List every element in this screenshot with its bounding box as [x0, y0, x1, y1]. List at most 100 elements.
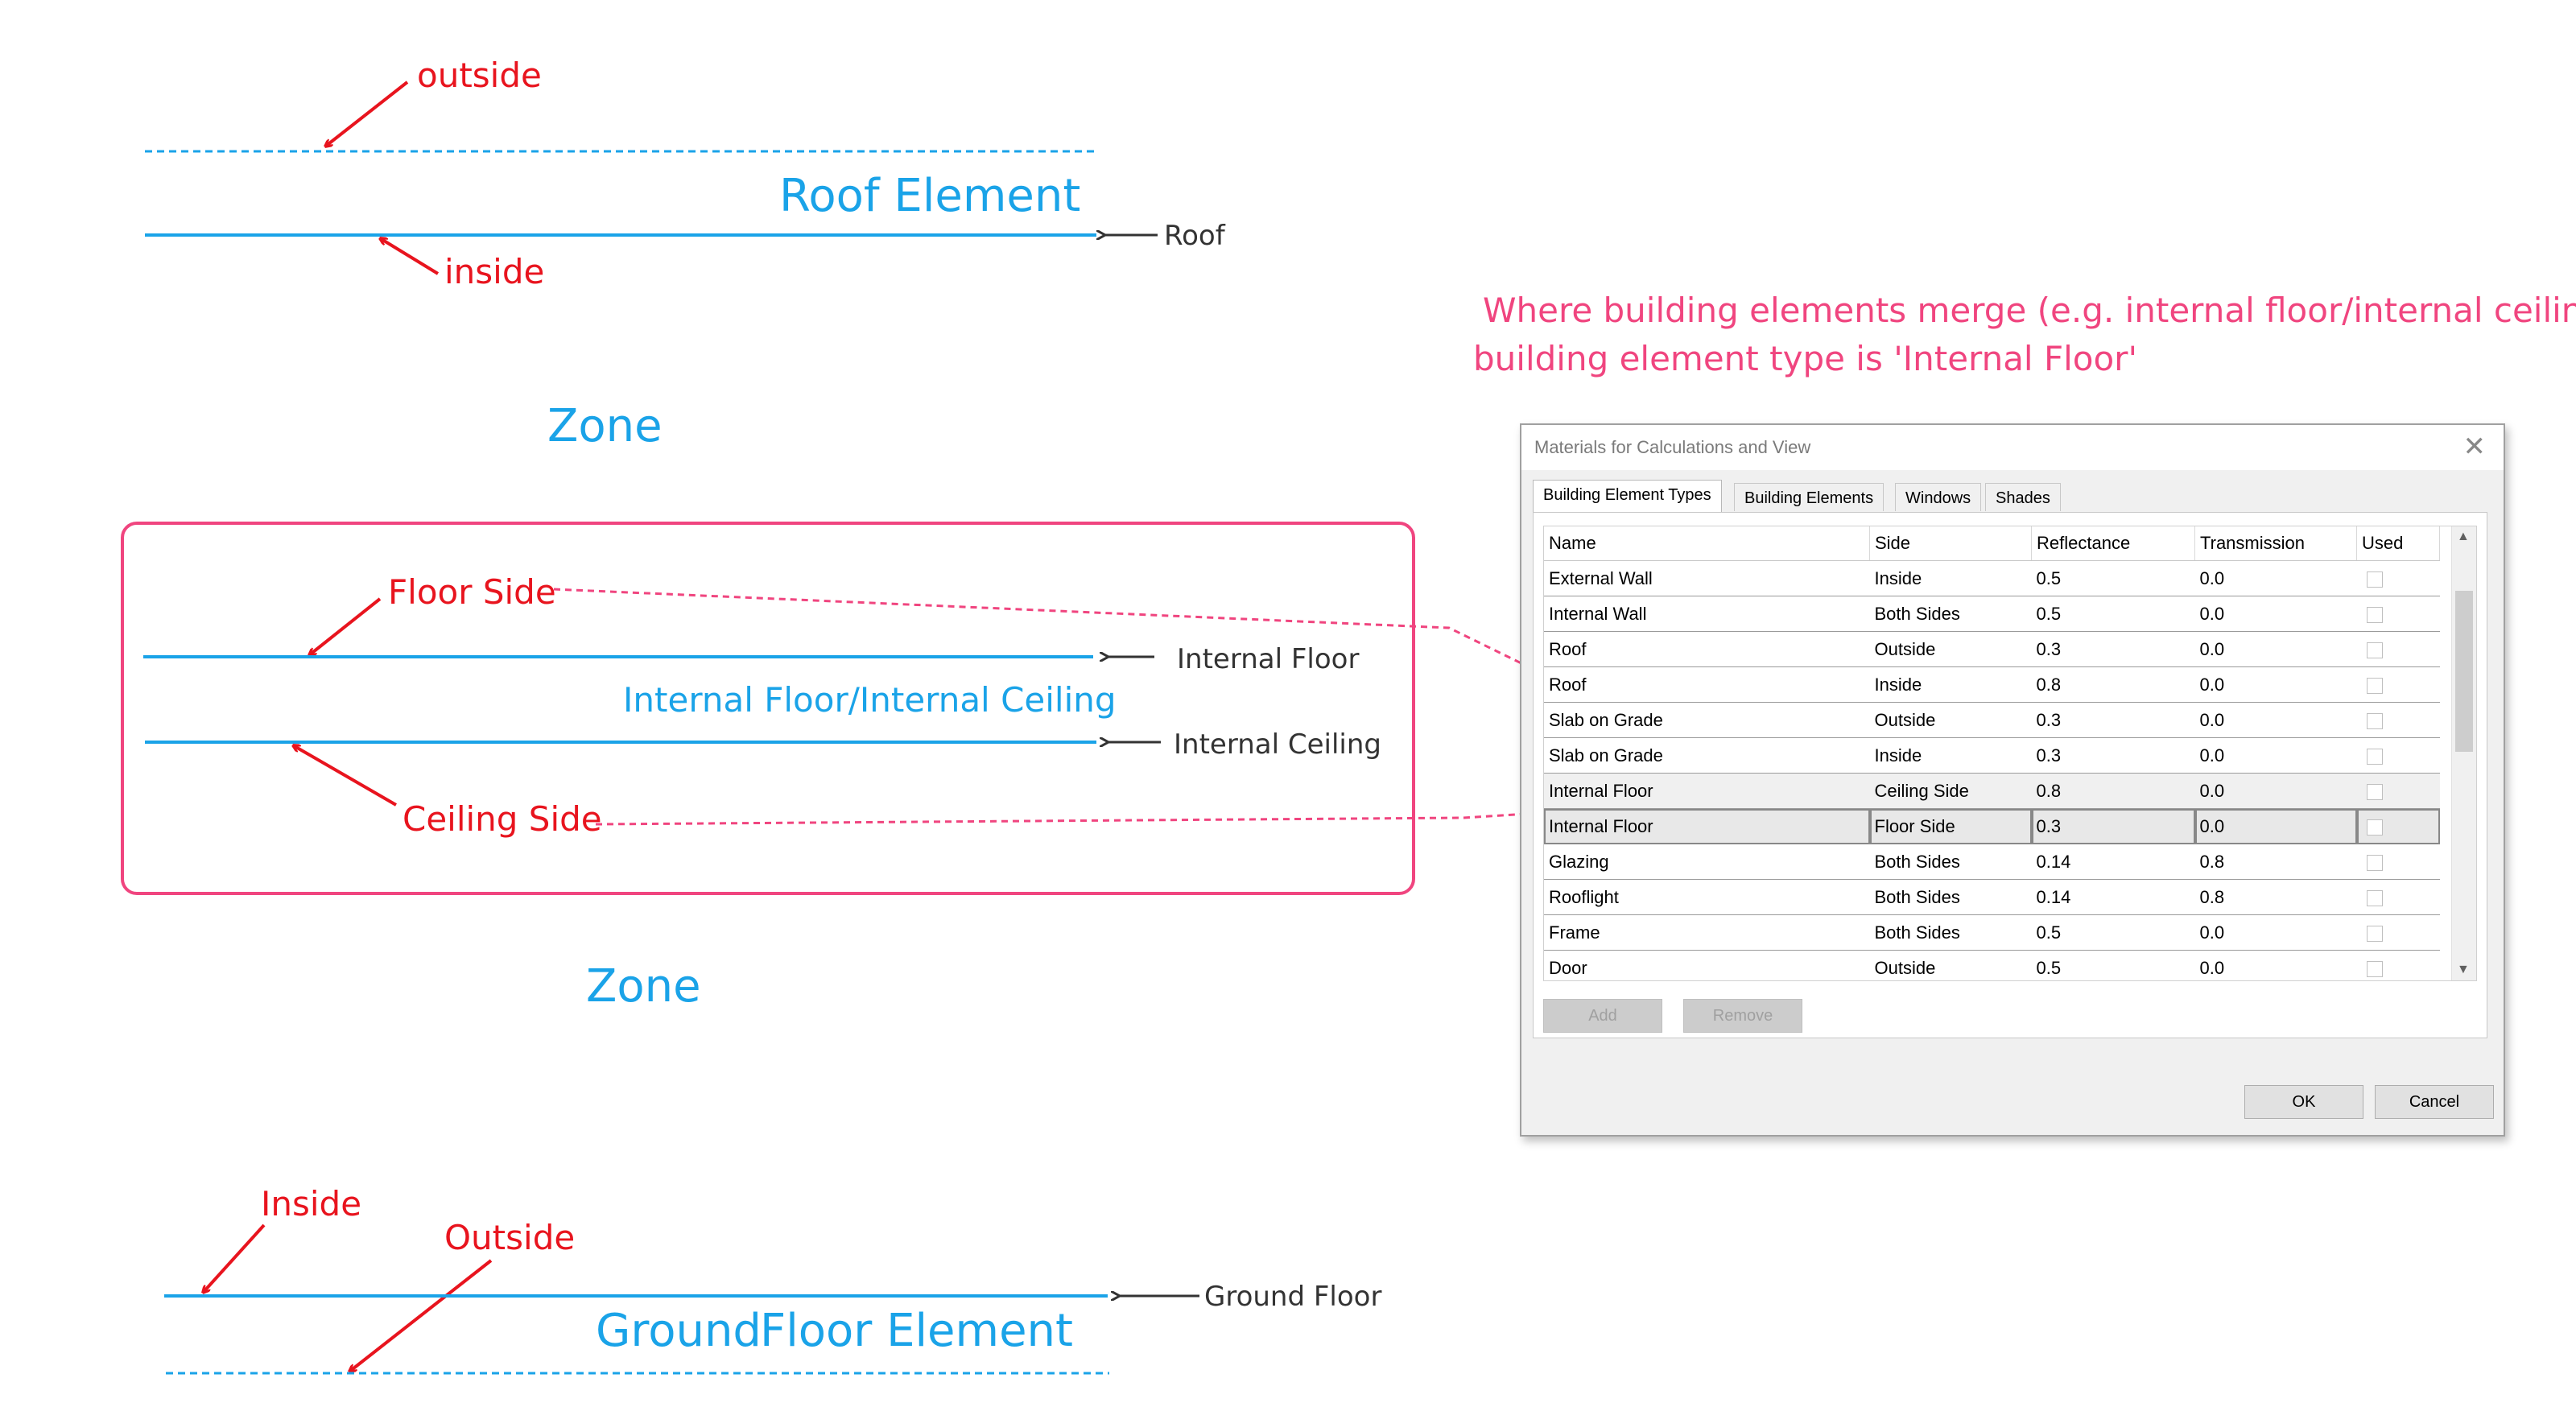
cell-name: Rooflight — [1544, 879, 1870, 915]
used-checkbox[interactable] — [2366, 748, 2383, 765]
cell-side: Outside — [1869, 631, 2032, 667]
cell-used — [2356, 773, 2440, 809]
scroll-up-icon[interactable]: ▲ — [2457, 530, 2470, 544]
column-header-used[interactable]: Used — [2356, 526, 2440, 561]
cell-side: Both Sides — [1869, 914, 2032, 951]
used-checkbox[interactable] — [2366, 819, 2383, 836]
internal-floor-ceiling-title: Internal Floor/Internal Ceiling — [623, 680, 1117, 720]
table-row[interactable]: Internal Floor Floor Side 0.3 0.0 — [1544, 808, 2440, 844]
floor-side-label: Floor Side — [388, 572, 556, 612]
cell-transmission: 0.0 — [2194, 666, 2357, 703]
add-button[interactable]: Add — [1543, 999, 1662, 1033]
inside-label-top: inside — [444, 252, 544, 291]
roof-label: Roof — [1164, 220, 1226, 252]
note-line-1: Where building elements merge (e.g. inte… — [1483, 291, 2576, 330]
cell-name: Door — [1544, 950, 1870, 980]
used-checkbox[interactable] — [2366, 571, 2383, 588]
cell-used — [2356, 808, 2440, 844]
zone-label-2: Zone — [586, 960, 701, 1013]
materials-table-body: Name Side Reflectance Transmission Used … — [1544, 526, 2440, 980]
cell-name: Internal Wall — [1544, 596, 1870, 632]
ground-floor-element-title-b: Floor Element — [760, 1305, 1073, 1357]
table-row[interactable]: Roof Outside 0.3 0.0 — [1544, 631, 2440, 667]
cell-name: Frame — [1544, 914, 1870, 951]
cell-reflectance: 0.5 — [2031, 596, 2195, 632]
column-header-name[interactable]: Name — [1544, 526, 1870, 561]
internal-ceiling-label: Internal Ceiling — [1174, 728, 1381, 761]
cell-transmission: 0.0 — [2194, 914, 2357, 951]
outside-arrow-bottom — [349, 1259, 493, 1372]
cell-reflectance: 0.8 — [2031, 666, 2195, 703]
cell-reflectance: 0.3 — [2031, 702, 2195, 738]
cell-reflectance: 0.14 — [2031, 879, 2195, 915]
close-icon[interactable]: ✕ — [2463, 433, 2487, 460]
cell-transmission: 0.0 — [2194, 808, 2357, 844]
cell-transmission: 0.0 — [2194, 560, 2357, 596]
cell-reflectance: 0.8 — [2031, 773, 2195, 809]
cell-reflectance: 0.3 — [2031, 808, 2195, 844]
used-checkbox[interactable] — [2366, 960, 2383, 977]
cell-transmission: 0.0 — [2194, 737, 2357, 774]
scroll-down-icon[interactable]: ▼ — [2457, 963, 2470, 977]
cell-name: Roof — [1544, 666, 1870, 703]
materials-table[interactable]: Name Side Reflectance Transmission Used … — [1543, 526, 2477, 981]
cell-reflectance: 0.3 — [2031, 631, 2195, 667]
tab-building-elements[interactable]: Building Elements — [1734, 483, 1885, 511]
table-row[interactable]: External Wall Inside 0.5 0.0 — [1544, 560, 2440, 596]
table-row[interactable]: Internal Floor Ceiling Side 0.8 0.0 — [1544, 773, 2440, 809]
scroll-thumb[interactable] — [2455, 591, 2473, 752]
ceiling-side-label: Ceiling Side — [402, 799, 602, 839]
cell-transmission: 0.8 — [2194, 879, 2357, 915]
table-row[interactable]: Roof Inside 0.8 0.0 — [1544, 666, 2440, 703]
cell-side: Both Sides — [1869, 844, 2032, 880]
column-header-side[interactable]: Side — [1869, 526, 2032, 561]
used-checkbox[interactable] — [2366, 783, 2383, 800]
outside-label-top: outside — [417, 56, 542, 95]
used-checkbox[interactable] — [2366, 854, 2383, 871]
table-row[interactable]: Internal Wall Both Sides 0.5 0.0 — [1544, 596, 2440, 632]
cell-transmission: 0.0 — [2194, 950, 2357, 980]
materials-dialog: Materials for Calculations and View ✕ Bu… — [1520, 423, 2505, 1137]
vertical-scrollbar[interactable]: ▲ ▼ — [2451, 526, 2476, 980]
cell-used — [2356, 666, 2440, 703]
table-row[interactable]: Slab on Grade Inside 0.3 0.0 — [1544, 737, 2440, 774]
floor-side-arrow — [309, 597, 382, 655]
table-row[interactable]: Rooflight Both Sides 0.14 0.8 — [1544, 879, 2440, 915]
cell-name: Glazing — [1544, 844, 1870, 880]
outside-arrow-top — [325, 80, 409, 146]
used-checkbox[interactable] — [2366, 925, 2383, 942]
cell-transmission: 0.8 — [2194, 844, 2357, 880]
used-checkbox[interactable] — [2366, 677, 2383, 694]
tab-windows[interactable]: Windows — [1895, 483, 1982, 511]
inside-arrow-bottom — [203, 1223, 266, 1293]
tab-building-element-types[interactable]: Building Element Types — [1533, 480, 1722, 513]
tab-shades[interactable]: Shades — [1985, 483, 2061, 511]
zone-label-1: Zone — [547, 400, 663, 452]
cell-side: Both Sides — [1869, 596, 2032, 632]
table-row[interactable]: Frame Both Sides 0.5 0.0 — [1544, 914, 2440, 951]
cell-side: Inside — [1869, 666, 2032, 703]
table-row[interactable]: Door Outside 0.5 0.0 — [1544, 950, 2440, 980]
cell-transmission: 0.0 — [2194, 702, 2357, 738]
column-header-reflectance[interactable]: Reflectance — [2031, 526, 2195, 561]
cell-used — [2356, 844, 2440, 880]
inside-label-bottom: Inside — [261, 1184, 361, 1223]
used-checkbox[interactable] — [2366, 712, 2383, 729]
table-row[interactable]: Slab on Grade Outside 0.3 0.0 — [1544, 702, 2440, 738]
cancel-button[interactable]: Cancel — [2375, 1085, 2494, 1119]
used-checkbox[interactable] — [2366, 606, 2383, 623]
remove-button[interactable]: Remove — [1683, 999, 1802, 1033]
inside-arrow-top — [380, 238, 440, 275]
cell-reflectance: 0.14 — [2031, 844, 2195, 880]
used-checkbox[interactable] — [2366, 889, 2383, 906]
cell-used — [2356, 950, 2440, 980]
cell-used — [2356, 737, 2440, 774]
ok-button[interactable]: OK — [2244, 1085, 2363, 1119]
cell-name: Slab on Grade — [1544, 702, 1870, 738]
used-checkbox[interactable] — [2366, 642, 2383, 658]
cell-side: Floor Side — [1869, 808, 2032, 844]
table-row[interactable]: Glazing Both Sides 0.14 0.8 — [1544, 844, 2440, 880]
cell-side: Outside — [1869, 950, 2032, 980]
roof-element-title: Roof Element — [779, 170, 1080, 222]
column-header-transmission[interactable]: Transmission — [2194, 526, 2357, 561]
